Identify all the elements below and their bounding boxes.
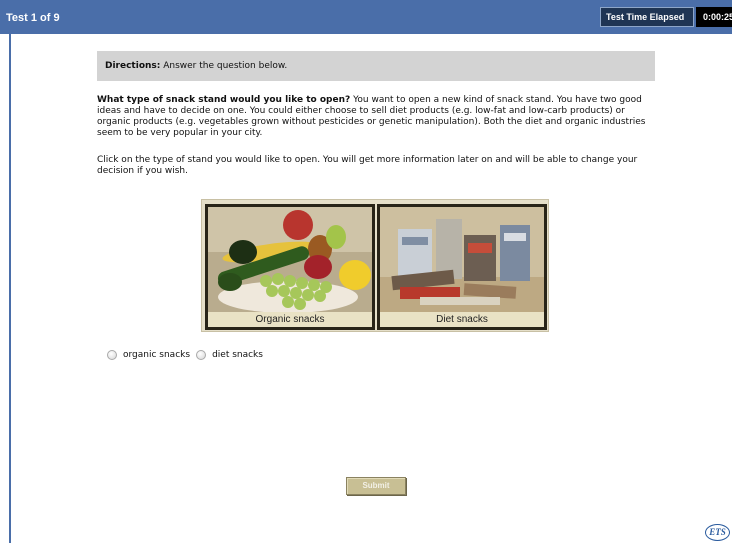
diet-snacks-caption: Diet snacks — [380, 312, 544, 327]
organic-snacks-label[interactable]: organic snacks — [123, 349, 190, 361]
organic-snacks-photo — [208, 207, 372, 312]
directions-text: Answer the question below. — [160, 61, 288, 71]
diet-snacks-label[interactable]: diet snacks — [212, 349, 263, 361]
instruction-text: Click on the type of stand you would lik… — [97, 155, 638, 176]
organic-snacks-caption: Organic snacks — [208, 312, 372, 327]
question-heading: What type of snack stand would you like … — [97, 95, 351, 105]
directions-label: Directions: — [105, 61, 161, 71]
organic-snacks-image[interactable]: Organic snacks — [205, 204, 375, 330]
test-counter: Test 1 of 9 — [6, 12, 60, 24]
time-elapsed-value: 0:00:25 — [696, 7, 732, 27]
ets-logo: ETS — [705, 524, 730, 541]
organic-snacks-radio[interactable] — [107, 350, 117, 360]
top-bar: Test 1 of 9 Test Time Elapsed 0:00:25 — [0, 0, 732, 34]
directions-box: Directions: Answer the question below. — [97, 51, 655, 81]
snack-images-panel: Organic snacks Diet snacks — [201, 199, 549, 332]
diet-snacks-radio[interactable] — [196, 350, 207, 360]
time-elapsed-label: Test Time Elapsed — [600, 7, 694, 27]
question-text: What type of snack stand would you like … — [97, 95, 657, 139]
submit-button[interactable]: Submit — [346, 477, 406, 495]
diet-snacks-photo — [380, 207, 544, 312]
left-border — [9, 34, 11, 543]
diet-snacks-image[interactable]: Diet snacks — [377, 204, 547, 330]
answer-options: organic snacks diet snacks — [107, 349, 269, 361]
